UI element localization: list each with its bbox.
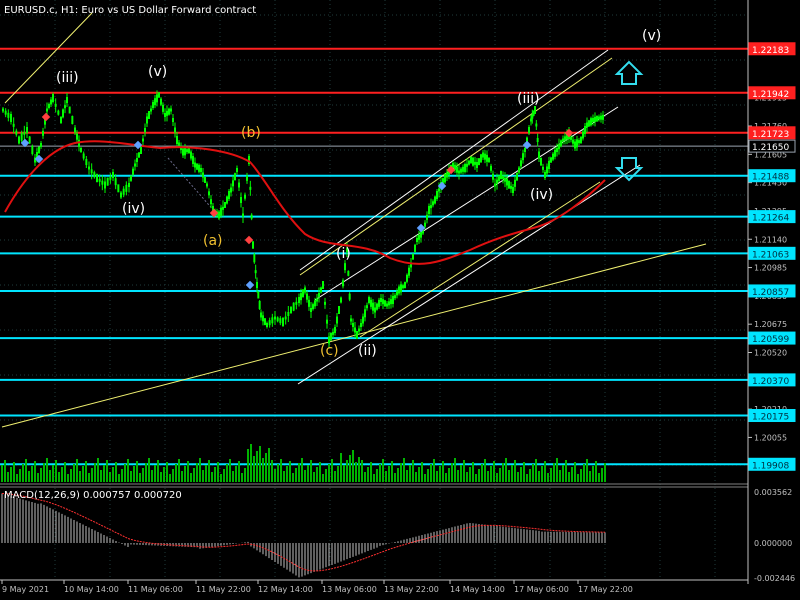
- macd-histogram: [1, 493, 606, 578]
- svg-text:1.21063: 1.21063: [752, 250, 789, 260]
- svg-text:1.21723: 1.21723: [752, 130, 789, 140]
- level-price-label: 1.21650: [748, 139, 796, 153]
- level-price-label: 1.20599: [748, 331, 796, 345]
- wave-labels: (iii) (v) (iv) (b) (a) (c) (i) (ii) (iii) (iv) (v): [56, 28, 661, 359]
- time-tick-label: 11 May 06:00: [128, 585, 183, 594]
- level-price-label: 1.21063: [748, 246, 796, 260]
- svg-text:1.21650: 1.21650: [752, 143, 789, 153]
- long-trend-line: [1, 243, 707, 428]
- level-price-label: 1.21488: [748, 169, 796, 183]
- top-left-trend-line: [4, 12, 93, 104]
- macd-axis: 0.003562 0.000000 -0.002446: [754, 488, 795, 583]
- wave-label: (i): [336, 246, 351, 262]
- wave-label: (a): [203, 233, 223, 249]
- level-price-label: 1.20857: [748, 284, 796, 298]
- macd-label: MACD(12,26,9) 0.000757 0.000720: [4, 490, 182, 501]
- level-price-label: 1.20370: [748, 373, 796, 387]
- wave-label: (iv): [122, 201, 145, 217]
- svg-text:1.20857: 1.20857: [752, 288, 789, 298]
- wave-label: (iii): [56, 70, 79, 86]
- time-tick-label: 12 May 14:00: [258, 585, 313, 594]
- wave-label: (v): [642, 28, 661, 44]
- chart-title: EURUSD.c, H1: Euro vs US Dollar Forward …: [4, 5, 256, 16]
- level-price-label: 1.21723: [748, 126, 796, 140]
- svg-text:1.21488: 1.21488: [752, 173, 789, 183]
- svg-text:1.21264: 1.21264: [752, 214, 789, 224]
- horizontal-levels[interactable]: [0, 47, 748, 466]
- wave-label: (v): [148, 64, 167, 80]
- svg-text:1.22183: 1.22183: [752, 46, 789, 56]
- candles: [2, 90, 604, 348]
- price-tick-label: 1.20985: [754, 264, 787, 273]
- signal-markers: [20, 112, 574, 290]
- wave-label: (b): [241, 125, 261, 141]
- price-tick-label: 1.21140: [754, 235, 787, 244]
- time-tick-label: 13 May 22:00: [384, 585, 439, 594]
- svg-text:1.20175: 1.20175: [752, 413, 789, 423]
- svg-text:1.20599: 1.20599: [752, 335, 789, 345]
- wave-label: (iv): [530, 187, 553, 203]
- time-tick-label: 9 May 2021: [2, 585, 49, 594]
- macd-tick-label: 0.003562: [754, 488, 792, 497]
- time-tick-label: 11 May 22:00: [196, 585, 251, 594]
- svg-text:1.20370: 1.20370: [752, 377, 789, 387]
- price-tick-label: 1.20675: [754, 320, 787, 329]
- time-tick-label: 10 May 14:00: [64, 585, 119, 594]
- trend-lines[interactable]: [1, 12, 707, 428]
- price-tick-label: 1.20520: [754, 348, 787, 357]
- time-axis[interactable]: 9 May 2021 10 May 14:00 11 May 06:00 11 May…: [1, 580, 633, 594]
- time-tick-label: 14 May 14:00: [450, 585, 505, 594]
- time-tick-label: 17 May 22:00: [578, 585, 633, 594]
- channel-upper-line: [299, 49, 609, 271]
- level-price-label: 1.21264: [748, 210, 796, 224]
- macd-tick-label: -0.002446: [754, 574, 795, 583]
- price-tick-label: 1.20055: [754, 433, 787, 442]
- level-price-label: 1.22183: [748, 42, 796, 56]
- svg-text:1.19908: 1.19908: [752, 461, 789, 471]
- wave-label: (c): [320, 343, 339, 359]
- wave-label: (iii): [517, 91, 540, 107]
- macd-tick-label: 0.000000: [754, 539, 792, 548]
- channel-middle-line: [314, 106, 619, 301]
- time-tick-label: 13 May 06:00: [322, 585, 377, 594]
- up-arrow-icon: [614, 60, 644, 85]
- time-tick-label: 17 May 06:00: [514, 585, 569, 594]
- svg-text:1.21942: 1.21942: [752, 90, 789, 100]
- volume-bars: [1, 444, 606, 482]
- price-chart[interactable]: (iii) (v) (iv) (b) (a) (c) (i) (ii) (iii) (iv) (v)…: [0, 0, 800, 600]
- level-price-label: 1.21942: [748, 86, 796, 100]
- level-price-label: 1.20175: [748, 409, 796, 423]
- wave-label: (ii): [358, 343, 377, 359]
- level-price-label: 1.19908: [748, 457, 796, 471]
